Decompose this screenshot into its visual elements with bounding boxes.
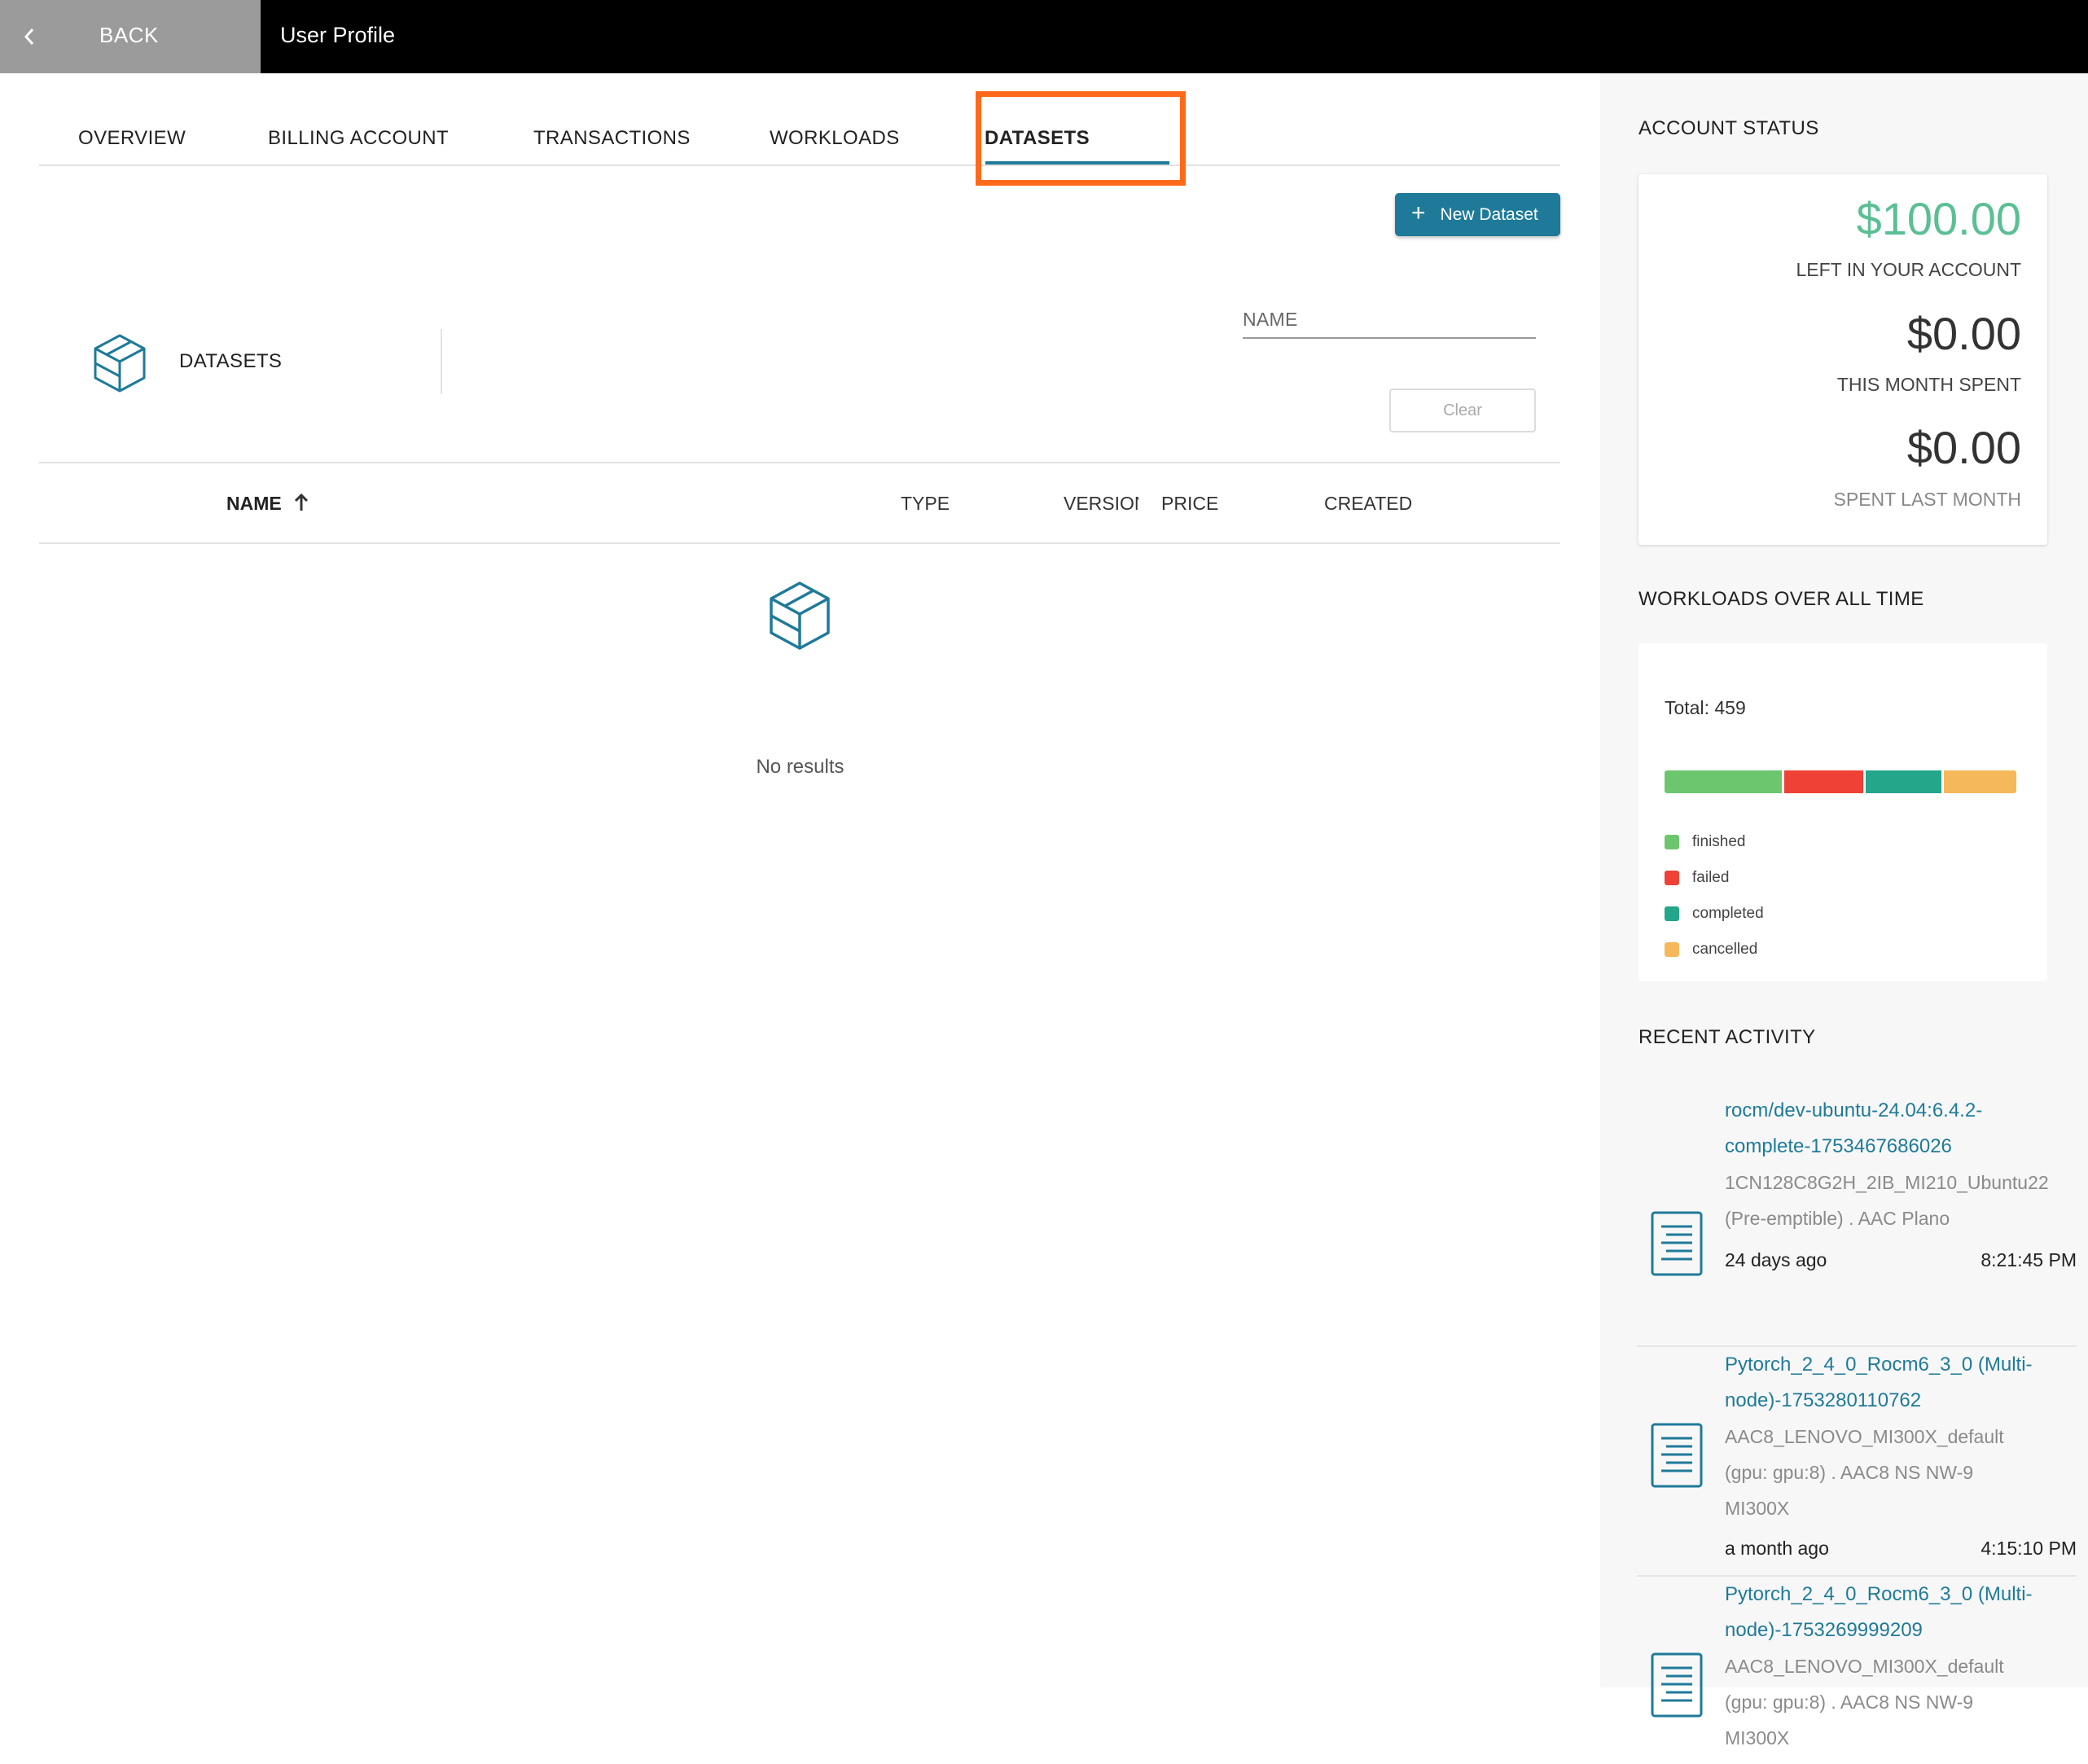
activity-instance: 1CN128C8G2H_2IB_MI210_Ubuntu22: [1725, 1172, 2049, 1193]
empty-state-text: No results: [756, 756, 844, 778]
legend-swatch: [1665, 871, 1679, 885]
activity-title[interactable]: rocm/dev-ubuntu-24.04:6.4.2-complete-175…: [1725, 1093, 2067, 1165]
workloads-legend: finished failed completed cancelled: [1665, 824, 1764, 968]
activity-location-cont: MI300X: [1725, 1727, 1790, 1749]
legend-swatch: [1665, 835, 1679, 849]
sidebar: ACCOUNT STATUS $100.00 LEFT IN YOUR ACCO…: [1600, 73, 2088, 1749]
activity-ago: 24 days ago: [1725, 1249, 1827, 1270]
legend-label: finished: [1692, 833, 1746, 850]
bar-segment-failed: [1783, 770, 1864, 793]
datasets-header-label: DATASETS: [179, 350, 283, 372]
tab-workloads[interactable]: WORKLOADS: [770, 127, 900, 150]
month-label: THIS MONTH SPENT: [1836, 374, 2021, 395]
highlight-box: [976, 91, 1186, 186]
activity-time: 8:21:45 PM: [1981, 1249, 2077, 1270]
main-content: OVERVIEW BILLING ACCOUNT TRANSACTIONS WO…: [0, 73, 1600, 1687]
arrow-up-icon: [294, 493, 308, 511]
workloads-card: Total: 459 finished failed completed cancel…: [1638, 643, 2047, 981]
legend-item-failed: failed: [1665, 860, 1764, 896]
column-header-price[interactable]: PRICE: [1161, 493, 1218, 515]
page-title: User Profile: [280, 23, 396, 47]
legend-label: completed: [1692, 905, 1764, 922]
account-status-card: $100.00 LEFT IN YOUR ACCOUNT $0.00 THIS …: [1638, 174, 2047, 545]
tab-overview[interactable]: OVERVIEW: [78, 127, 186, 150]
bar-segment-completed: [1866, 770, 1942, 793]
recent-activity-list: rocm/dev-ubuntu-24.04:6.4.2-complete-175…: [1637, 1083, 2077, 1764]
activity-location-cont: MI300X: [1725, 1498, 1790, 1519]
activity-location: (Pre-emptible) . AAC Plano: [1725, 1208, 1950, 1229]
header-divider: [441, 329, 442, 394]
column-header-created[interactable]: CREATED: [1324, 493, 1412, 515]
activity-location: (gpu: gpu:8) . AAC8 NS NW-9: [1725, 1692, 1974, 1713]
column-header-type[interactable]: TYPE: [901, 493, 950, 515]
bar-segment-cancelled: [1944, 770, 2016, 793]
name-filter-input[interactable]: [1243, 293, 1536, 339]
activity-title[interactable]: Pytorch_2_4_0_Rocm6_3_0 (Multi-node)-175…: [1725, 1577, 2067, 1648]
activity-item[interactable]: Pytorch_2_4_0_Rocm6_3_0 (Multi-node)-175…: [1637, 1347, 2077, 1577]
activity-instance: AAC8_LENOVO_MI300X_default: [1725, 1426, 2004, 1447]
month-amount: $0.00: [1906, 308, 2021, 359]
back-label: BACK: [99, 23, 159, 47]
column-header-name[interactable]: NAME: [226, 493, 309, 515]
last-label: SPENT LAST MONTH: [1833, 489, 2021, 510]
last-amount: $0.00: [1906, 422, 2021, 473]
left-amount: $100.00: [1856, 193, 2021, 244]
activity-item[interactable]: rocm/dev-ubuntu-24.04:6.4.2-complete-175…: [1637, 1083, 2077, 1347]
column-header-version[interactable]: VERSION: [1064, 493, 1138, 515]
cube-icon: [770, 581, 830, 650]
back-button[interactable]: BACK: [0, 0, 261, 73]
cube-icon: [94, 334, 146, 393]
top-bar: BACK User Profile: [0, 0, 2088, 73]
recent-activity-title: RECENT ACTIVITY: [1638, 1026, 1816, 1048]
activity-location: (gpu: gpu:8) . AAC8 NS NW-9: [1725, 1462, 1974, 1483]
document-icon: [1651, 1211, 1703, 1276]
account-status-title: ACCOUNT STATUS: [1638, 117, 1819, 139]
column-name-label: NAME: [226, 493, 282, 514]
activity-instance: AAC8_LENOVO_MI300X_default: [1725, 1656, 2004, 1677]
table-header: NAME TYPE VERSION PRICE CREATED: [39, 462, 1560, 544]
activity-title[interactable]: Pytorch_2_4_0_Rocm6_3_0 (Multi-node)-175…: [1725, 1347, 2067, 1419]
document-icon: [1651, 1652, 1703, 1718]
activity-item[interactable]: Pytorch_2_4_0_Rocm6_3_0 (Multi-node)-175…: [1637, 1577, 2077, 1764]
legend-item-finished: finished: [1665, 824, 1764, 860]
document-icon: [1651, 1423, 1703, 1488]
tab-transactions[interactable]: TRANSACTIONS: [533, 127, 691, 150]
legend-item-completed: completed: [1665, 896, 1764, 932]
activity-ago: a month ago: [1725, 1538, 1829, 1559]
tab-bar: OVERVIEW BILLING ACCOUNT TRANSACTIONS WO…: [39, 73, 1560, 186]
plus-icon: +: [1411, 200, 1426, 226]
workloads-total: Total: 459: [1665, 697, 1746, 718]
legend-label: cancelled: [1692, 941, 1758, 958]
new-dataset-button[interactable]: + New Dataset: [1395, 193, 1560, 236]
activity-time: 4:15:10 PM: [1981, 1538, 2077, 1559]
legend-label: failed: [1692, 869, 1730, 886]
workloads-title: WORKLOADS OVER ALL TIME: [1638, 588, 1924, 610]
new-dataset-label: New Dataset: [1440, 204, 1538, 224]
legend-item-cancelled: cancelled: [1665, 932, 1764, 968]
left-label: LEFT IN YOUR ACCOUNT: [1796, 259, 2021, 280]
workloads-stacked-bar: [1665, 770, 2016, 793]
bar-segment-finished: [1665, 770, 1782, 793]
clear-button[interactable]: Clear: [1389, 388, 1536, 432]
legend-swatch: [1665, 906, 1679, 921]
legend-swatch: [1665, 942, 1679, 957]
tab-billing-account[interactable]: BILLING ACCOUNT: [268, 127, 449, 150]
chevron-left-icon: [24, 29, 34, 45]
